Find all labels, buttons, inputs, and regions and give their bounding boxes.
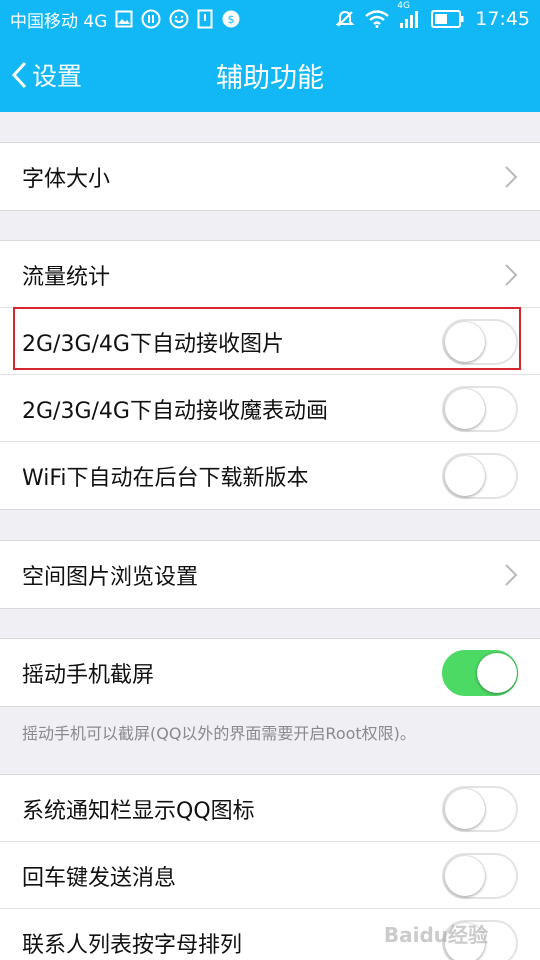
- back-label: 设置: [32, 62, 83, 91]
- row-label: 回车键发送消息: [22, 865, 177, 891]
- row-label: 联系人列表按字母排列: [22, 932, 243, 958]
- shake-screenshot-toggle[interactable]: [442, 649, 518, 696]
- network-badge: 4G: [397, 1, 410, 11]
- toggle-knob: [445, 388, 485, 429]
- row-label: 流量统计: [22, 264, 111, 290]
- toggle-knob: [445, 922, 485, 960]
- signal-icon: 4G: [397, 1, 421, 29]
- svg-text:$: $: [228, 13, 235, 26]
- notification-icon-toggle[interactable]: [442, 785, 518, 832]
- status-bar: 中国移动 4G $ 4G 17:45: [0, 0, 540, 38]
- back-button[interactable]: 设置: [10, 38, 82, 112]
- row-alphabetical-contacts: 联系人列表按字母排列: [0, 908, 540, 960]
- toggle-knob: [477, 652, 517, 693]
- chevron-right-icon: [504, 165, 518, 189]
- toggle-knob: [445, 321, 485, 362]
- row-enter-to-send: 回车键发送消息: [0, 841, 540, 909]
- mute-icon: [335, 9, 355, 29]
- settings-group-misc: 系统通知栏显示QQ图标 回车键发送消息 联系人列表按字母排列: [0, 774, 540, 960]
- shake-screenshot-note: 摇动手机可以截屏(QQ以外的界面需要开启Root权限)。: [22, 724, 416, 743]
- carrier-label: 中国移动 4G: [10, 11, 108, 32]
- chevron-left-icon: [10, 60, 28, 90]
- row-auto-receive-images: 2G/3G/4G下自动接收图片: [0, 307, 540, 375]
- chevron-right-icon: [504, 263, 518, 287]
- row-shake-screenshot: 摇动手机截屏: [0, 639, 540, 706]
- toggle-knob: [445, 455, 485, 496]
- shield-icon: $: [221, 9, 241, 29]
- smile-icon: [169, 9, 189, 29]
- chevron-right-icon: [504, 563, 518, 587]
- enter-to-send-toggle[interactable]: [442, 852, 518, 899]
- row-font-size[interactable]: 字体大小: [0, 143, 540, 210]
- pause-circle-icon: [141, 9, 161, 29]
- settings-group-qzone: 空间图片浏览设置: [0, 540, 540, 609]
- alphabetical-contacts-toggle[interactable]: [442, 919, 518, 960]
- row-label: 空间图片浏览设置: [22, 564, 199, 590]
- wifi-auto-download-toggle[interactable]: [442, 452, 518, 499]
- toggle-knob: [445, 855, 485, 896]
- row-traffic-stats[interactable]: 流量统计: [0, 241, 540, 308]
- toggle-knob: [445, 788, 485, 829]
- auto-receive-images-toggle[interactable]: [442, 318, 518, 365]
- row-label: WiFi下自动在后台下载新版本: [22, 465, 309, 491]
- settings-group-font: 字体大小: [0, 142, 540, 211]
- image-icon: [115, 10, 133, 28]
- row-qzone-image-settings[interactable]: 空间图片浏览设置: [0, 541, 540, 608]
- battery-icon: [431, 10, 465, 28]
- title-bar: 设置 辅助功能: [0, 38, 540, 112]
- row-auto-receive-animations: 2G/3G/4G下自动接收魔表动画: [0, 374, 540, 442]
- row-label: 系统通知栏显示QQ图标: [22, 798, 255, 824]
- wifi-icon: [365, 10, 389, 28]
- row-label: 2G/3G/4G下自动接收魔表动画: [22, 398, 328, 424]
- row-label: 摇动手机截屏: [22, 662, 155, 688]
- settings-group-data: 流量统计 2G/3G/4G下自动接收图片 2G/3G/4G下自动接收魔表动画 W…: [0, 240, 540, 510]
- sim-icon: [197, 9, 213, 29]
- row-label: 2G/3G/4G下自动接收图片: [22, 331, 284, 357]
- row-wifi-auto-download: WiFi下自动在后台下载新版本: [0, 441, 540, 509]
- clock: 17:45: [475, 8, 530, 30]
- row-notification-icon: 系统通知栏显示QQ图标: [0, 775, 540, 842]
- auto-receive-animations-toggle[interactable]: [442, 385, 518, 432]
- settings-group-shake: 摇动手机截屏: [0, 638, 540, 707]
- row-label: 字体大小: [22, 166, 111, 192]
